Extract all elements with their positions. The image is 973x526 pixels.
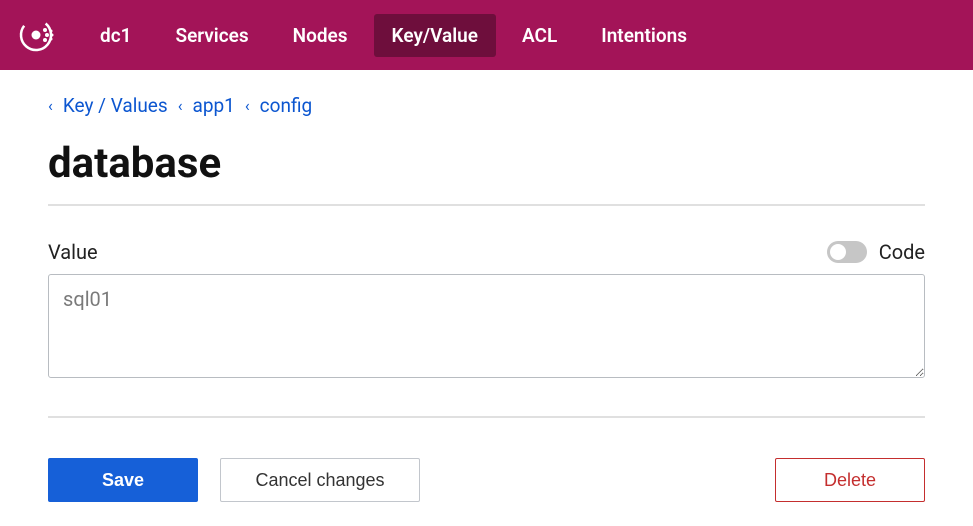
topbar: dc1 Services Nodes Key/Value ACL Intenti…	[0, 0, 973, 70]
chevron-left-icon: ‹	[48, 96, 53, 115]
content: ‹ Key / Values ‹ app1 ‹ config database …	[0, 70, 973, 502]
button-row: Save Cancel changes Delete	[48, 458, 925, 502]
nav-item-nodes[interactable]: Nodes	[275, 14, 366, 57]
nav-item-dc1[interactable]: dc1	[82, 14, 149, 57]
chevron-left-icon: ‹	[245, 96, 250, 115]
code-toggle-wrap: Code	[827, 240, 925, 264]
code-toggle[interactable]	[827, 241, 867, 263]
delete-button[interactable]: Delete	[775, 458, 925, 502]
logo-icon	[18, 17, 54, 53]
code-label: Code	[879, 240, 925, 264]
toggle-knob	[830, 244, 846, 260]
nav-item-acl[interactable]: ACL	[504, 14, 575, 57]
page-title: database	[48, 139, 925, 206]
breadcrumb: ‹ Key / Values ‹ app1 ‹ config	[48, 94, 925, 117]
value-label: Value	[48, 240, 98, 264]
nav-item-intentions[interactable]: Intentions	[583, 14, 705, 57]
breadcrumb-config[interactable]: config	[260, 94, 312, 117]
breadcrumb-keyvalues[interactable]: Key / Values	[63, 94, 168, 117]
value-textarea[interactable]	[48, 274, 925, 378]
breadcrumb-app1[interactable]: app1	[193, 94, 235, 117]
chevron-left-icon: ‹	[178, 96, 183, 115]
value-header-row: Value Code	[48, 240, 925, 264]
divider	[48, 416, 925, 418]
cancel-button[interactable]: Cancel changes	[220, 458, 420, 502]
nav-item-keyvalue[interactable]: Key/Value	[374, 14, 496, 57]
main-nav: dc1 Services Nodes Key/Value ACL Intenti…	[82, 14, 705, 57]
save-button[interactable]: Save	[48, 458, 198, 502]
nav-item-services[interactable]: Services	[157, 14, 266, 57]
